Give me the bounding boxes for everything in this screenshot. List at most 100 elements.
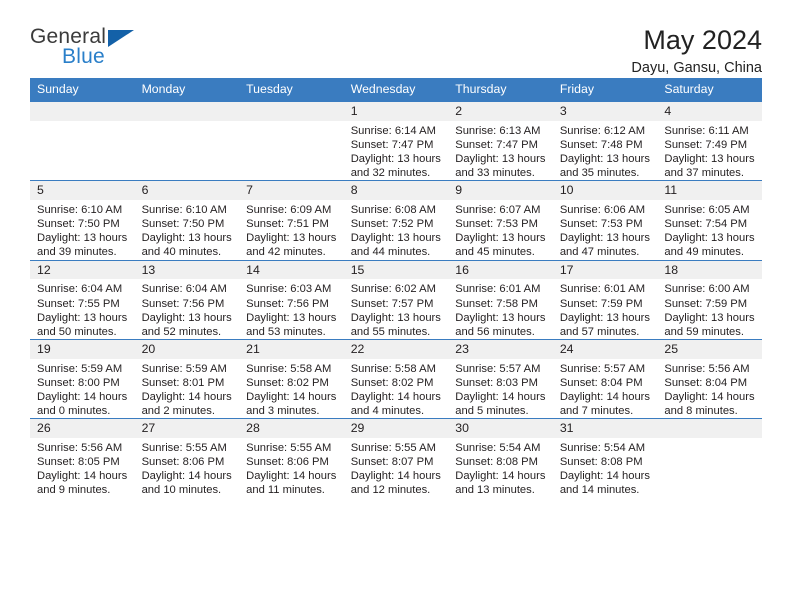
day-cell[interactable]: 1 Sunrise: 6:14 AM Sunset: 7:47 PM Daylight…	[343, 100, 449, 181]
day-cell[interactable]: 10 Sunrise: 6:06 AM Sunset: 7:53 PM Dayligh…	[552, 180, 658, 261]
day-cell[interactable]: 9 Sunrise: 6:07 AM Sunset: 7:53 PM Daylight…	[448, 180, 553, 261]
sunrise-text: Sunrise: 6:07 AM	[455, 204, 541, 217]
day-cell[interactable]: 13 Sunrise: 6:04 AM Sunset: 7:56 PM Dayligh…	[134, 259, 240, 340]
day-number: 21	[239, 339, 344, 359]
day-cell[interactable]: 23 Sunrise: 5:57 AM Sunset: 8:03 PM Dayligh…	[448, 338, 553, 419]
calendar-week-row: 19 Sunrise: 5:59 AM Sunset: 8:00 PM Dayligh…	[30, 338, 762, 419]
sun-info: Sunrise: 5:58 AM Sunset: 8:02 PM Daylight:…	[239, 359, 344, 418]
weekday-header-thursday: Thursday	[448, 78, 553, 102]
day-cell[interactable]: 6 Sunrise: 6:10 AM Sunset: 7:50 PM Daylight…	[134, 180, 240, 261]
day-cell[interactable]: 15 Sunrise: 6:02 AM Sunset: 7:57 PM Dayligh…	[343, 259, 449, 340]
day-cell-empty	[134, 100, 240, 181]
logo-text-blue: Blue	[62, 45, 105, 68]
day-cell[interactable]: 24 Sunrise: 5:57 AM Sunset: 8:04 PM Dayligh…	[552, 338, 658, 419]
sunrise-text: Sunrise: 5:56 AM	[664, 362, 750, 375]
day-cell[interactable]: 18 Sunrise: 6:00 AM Sunset: 7:59 PM Dayligh…	[657, 259, 762, 340]
sunrise-text: Sunrise: 6:02 AM	[350, 283, 436, 296]
day-number: 9	[448, 181, 553, 201]
day-cell[interactable]: 27 Sunrise: 5:55 AM Sunset: 8:06 PM Dayligh…	[134, 418, 240, 498]
sunrise-text: Sunrise: 5:58 AM	[350, 362, 436, 375]
weekday-header-tuesday: Tuesday	[239, 78, 344, 102]
calendar-page: General Blue May 2024 Dayu, Gansu, China…	[0, 0, 792, 612]
sun-info: Sunrise: 5:55 AM Sunset: 8:07 PM Daylight:…	[344, 438, 449, 497]
sun-info: Sunrise: 6:08 AM Sunset: 7:52 PM Daylight:…	[344, 200, 449, 259]
sunrise-text: Sunrise: 5:59 AM	[37, 362, 123, 375]
day-cell[interactable]: 8 Sunrise: 6:08 AM Sunset: 7:52 PM Daylight…	[343, 180, 449, 261]
day-cell[interactable]: 28 Sunrise: 5:55 AM Sunset: 8:06 PM Dayligh…	[239, 418, 344, 498]
day-cell[interactable]: 17 Sunrise: 6:01 AM Sunset: 7:59 PM Dayligh…	[552, 259, 658, 340]
sun-info: Sunrise: 5:54 AM Sunset: 8:08 PM Daylight:…	[448, 438, 553, 497]
sunset-text: Sunset: 8:05 PM	[37, 456, 120, 469]
day-cell[interactable]: 14 Sunrise: 6:03 AM Sunset: 7:56 PM Dayligh…	[239, 259, 344, 340]
day-number: 22	[343, 339, 449, 359]
daylight-text: Daylight: 13 hours and 32 minutes.	[350, 153, 441, 180]
day-number: 31	[552, 419, 658, 439]
sunset-text: Sunset: 8:06 PM	[141, 456, 225, 469]
day-number: 26	[30, 419, 135, 439]
daylight-text: Daylight: 14 hours and 8 minutes.	[664, 390, 755, 418]
day-cell[interactable]: 26 Sunrise: 5:56 AM Sunset: 8:05 PM Dayligh…	[30, 418, 135, 498]
sunset-text: Sunset: 7:53 PM	[455, 218, 538, 231]
day-cell[interactable]: 21 Sunrise: 5:58 AM Sunset: 8:02 PM Dayligh…	[239, 338, 344, 419]
sunset-text: Sunset: 7:52 PM	[350, 218, 434, 231]
daylight-text: Daylight: 13 hours and 40 minutes.	[141, 232, 232, 259]
sunset-text: Sunset: 8:08 PM	[559, 456, 643, 469]
daylight-text: Daylight: 13 hours and 35 minutes.	[559, 153, 650, 180]
sunset-text: Sunset: 7:47 PM	[350, 139, 434, 151]
day-cell[interactable]: 29 Sunrise: 5:55 AM Sunset: 8:07 PM Dayligh…	[343, 418, 449, 498]
sunrise-text: Sunrise: 5:58 AM	[246, 362, 332, 375]
day-cell[interactable]: 2 Sunrise: 6:13 AM Sunset: 7:47 PM Daylight…	[448, 100, 553, 181]
sun-info: Sunrise: 6:10 AM Sunset: 7:50 PM Daylight:…	[30, 200, 135, 259]
sun-info: Sunrise: 6:01 AM Sunset: 7:58 PM Daylight:…	[448, 279, 553, 338]
day-number: 11	[657, 181, 762, 201]
sun-info: Sunrise: 5:55 AM Sunset: 8:06 PM Daylight:…	[135, 438, 240, 497]
general-blue-logo[interactable]: General Blue	[30, 26, 150, 76]
page-header: General Blue May 2024 Dayu, Gansu, China	[30, 0, 762, 77]
daylight-text: Daylight: 13 hours and 39 minutes.	[37, 232, 128, 259]
sunrise-text: Sunrise: 6:06 AM	[559, 204, 646, 217]
sunrise-text: Sunrise: 6:12 AM	[559, 124, 646, 137]
weekday-header-sunday: Sunday	[30, 78, 135, 102]
sunset-text: Sunset: 7:49 PM	[664, 139, 748, 151]
sunset-text: Sunset: 7:58 PM	[455, 297, 538, 310]
sunset-text: Sunset: 8:02 PM	[350, 376, 434, 389]
sun-info: Sunrise: 6:07 AM Sunset: 7:53 PM Daylight:…	[448, 200, 553, 259]
calendar-body: 1 Sunrise: 6:14 AM Sunset: 7:47 PM Daylight…	[30, 100, 762, 498]
page-title: May 2024	[643, 25, 762, 55]
day-number	[30, 102, 135, 121]
day-cell[interactable]: 4 Sunrise: 6:11 AM Sunset: 7:49 PM Daylight…	[657, 100, 762, 181]
day-cell[interactable]: 20 Sunrise: 5:59 AM Sunset: 8:01 PM Dayligh…	[134, 338, 240, 419]
day-cell[interactable]: 30 Sunrise: 5:54 AM Sunset: 8:08 PM Dayligh…	[448, 418, 553, 498]
sunrise-text: Sunrise: 6:04 AM	[141, 283, 227, 296]
sunset-text: Sunset: 8:03 PM	[455, 376, 538, 389]
day-cell[interactable]: 11 Sunrise: 6:05 AM Sunset: 7:54 PM Dayligh…	[657, 180, 762, 261]
sunset-text: Sunset: 8:01 PM	[141, 376, 225, 389]
daylight-text: Daylight: 14 hours and 10 minutes.	[141, 470, 232, 497]
day-cell[interactable]: 31 Sunrise: 5:54 AM Sunset: 8:08 PM Dayligh…	[552, 418, 658, 498]
day-cell[interactable]: 7 Sunrise: 6:09 AM Sunset: 7:51 PM Daylight…	[239, 180, 344, 261]
calendar-week-row: 26 Sunrise: 5:56 AM Sunset: 8:05 PM Dayligh…	[30, 418, 762, 498]
sunrise-text: Sunrise: 5:55 AM	[246, 442, 332, 455]
day-cell[interactable]: 22 Sunrise: 5:58 AM Sunset: 8:02 PM Dayligh…	[343, 338, 449, 419]
day-cell-empty	[30, 100, 135, 181]
sunset-text: Sunset: 8:08 PM	[455, 456, 538, 469]
day-cell[interactable]: 16 Sunrise: 6:01 AM Sunset: 7:58 PM Dayligh…	[448, 259, 553, 340]
sunrise-text: Sunrise: 6:08 AM	[350, 204, 436, 217]
daylight-text: Daylight: 13 hours and 57 minutes.	[559, 311, 650, 338]
day-cell[interactable]: 12 Sunrise: 6:04 AM Sunset: 7:55 PM Dayligh…	[30, 259, 135, 340]
sun-info: Sunrise: 5:59 AM Sunset: 8:01 PM Daylight:…	[135, 359, 240, 418]
day-number: 5	[30, 181, 135, 201]
calendar-header-row: Sunday Monday Tuesday Wednesday Thursday Frid…	[30, 78, 762, 102]
sunset-text: Sunset: 7:53 PM	[559, 218, 643, 231]
sunrise-text: Sunrise: 6:00 AM	[664, 283, 750, 296]
sunset-text: Sunset: 8:06 PM	[246, 456, 329, 469]
day-number: 18	[657, 260, 762, 280]
day-cell[interactable]: 5 Sunrise: 6:10 AM Sunset: 7:50 PM Daylight…	[30, 180, 135, 261]
sun-info: Sunrise: 6:04 AM Sunset: 7:55 PM Daylight:…	[30, 279, 135, 338]
day-cell[interactable]: 3 Sunrise: 6:12 AM Sunset: 7:48 PM Daylight…	[552, 100, 658, 181]
day-cell[interactable]: 19 Sunrise: 5:59 AM Sunset: 8:00 PM Dayligh…	[30, 338, 135, 419]
day-cell[interactable]: 25 Sunrise: 5:56 AM Sunset: 8:04 PM Dayligh…	[657, 338, 762, 419]
sun-info: Sunrise: 6:02 AM Sunset: 7:57 PM Daylight:…	[344, 279, 449, 338]
sunrise-text: Sunrise: 6:11 AM	[664, 124, 749, 137]
daylight-text: Daylight: 13 hours and 42 minutes.	[246, 232, 337, 259]
